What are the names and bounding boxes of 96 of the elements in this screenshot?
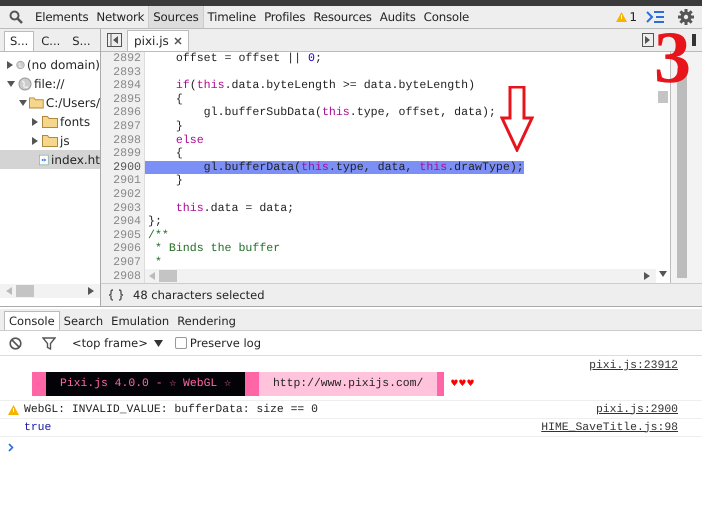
line-number: 2903 xyxy=(113,202,141,216)
drawer-tab[interactable]: Emulation xyxy=(107,312,174,330)
code-line: }; xyxy=(147,215,162,228)
scroll-right-icon[interactable] xyxy=(88,287,94,295)
warning-count[interactable]: 1 xyxy=(629,10,637,24)
line-number: 2896 xyxy=(113,106,141,120)
panel-tab[interactable]: Network xyxy=(92,6,148,28)
line-number: 2906 xyxy=(113,242,141,256)
collapsed-arrow-icon[interactable] xyxy=(31,118,39,126)
checkbox-label: Preserve log xyxy=(190,336,262,350)
warning-message: WebGL: INVALID_VALUE: bufferData: size == 0 xyxy=(24,404,318,416)
clear-icon[interactable] xyxy=(9,336,22,350)
line-number: 2895 xyxy=(113,92,141,106)
code-line: this.data = data; xyxy=(174,202,294,215)
drawer-tab[interactable]: Rendering xyxy=(173,312,240,330)
banner-url: http://www.pixijs.com/ xyxy=(258,372,438,396)
line-number: 2908 xyxy=(113,270,141,283)
expanded-arrow-icon[interactable] xyxy=(18,98,27,106)
source-link[interactable]: pixi.js:23912 xyxy=(589,360,678,372)
line-number: 2894 xyxy=(113,79,141,93)
code-line: gl.bufferSubData(this.type, offset, data); xyxy=(202,106,496,120)
result-value: true xyxy=(24,422,52,434)
folder-icon xyxy=(29,96,44,109)
line-number: 2897 xyxy=(113,120,141,134)
panel-tab[interactable]: Profiles xyxy=(260,6,310,28)
dropdown-icon[interactable] xyxy=(154,340,163,346)
line-number: 2893 xyxy=(113,66,141,80)
pretty-print-icon[interactable] xyxy=(109,289,123,301)
line-number: 2898 xyxy=(113,134,141,148)
code-line: offset = offset || 0; xyxy=(174,52,322,65)
scrollbar-thumb[interactable] xyxy=(658,91,668,103)
warning-icon xyxy=(8,404,19,414)
code-line: else xyxy=(174,134,204,147)
navigator-tab[interactable]: C... xyxy=(36,32,66,51)
globe-icon xyxy=(18,76,32,90)
code-line: if(this.data.byteLength >= data.byteLength) xyxy=(174,79,476,92)
source-link[interactable]: pixi.js:2900 xyxy=(596,404,678,416)
settings-icon[interactable] xyxy=(678,9,694,25)
code-line: /** xyxy=(147,228,169,242)
line-number: 2904 xyxy=(113,215,141,229)
file-tab[interactable]: pixi.js xyxy=(127,30,189,51)
code-line: } xyxy=(174,174,183,188)
code-line: { xyxy=(174,92,183,106)
code-line: * xyxy=(154,256,162,269)
code-line: * Binds the buffer xyxy=(154,242,280,256)
scrollbar-thumb[interactable] xyxy=(159,270,177,282)
collapsed-arrow-icon[interactable] xyxy=(6,60,14,68)
banner-hearts: ♥♥♥ xyxy=(450,379,475,389)
prompt-icon xyxy=(8,443,14,452)
tree-item[interactable]: C:/Users/ xyxy=(0,93,100,112)
drawer-tab[interactable]: Search xyxy=(60,312,108,330)
line-number: 2907 xyxy=(113,256,141,270)
code-line: { xyxy=(174,147,183,160)
collapsed-arrow-icon[interactable] xyxy=(31,136,39,144)
panel-tab[interactable]: Elements xyxy=(31,6,92,28)
folder-icon xyxy=(42,134,58,147)
panel-tab[interactable]: Audits xyxy=(376,6,420,28)
sidebar-toggle-icon[interactable] xyxy=(642,33,654,47)
tree-item[interactable]: index.ht xyxy=(0,150,100,169)
expanded-arrow-icon[interactable] xyxy=(7,80,15,88)
code-line: } xyxy=(174,120,183,133)
tree-item[interactable]: file:// xyxy=(0,74,100,93)
selection-status: 48 characters selected xyxy=(133,288,265,302)
scroll-right-icon[interactable] xyxy=(644,272,650,280)
drawer-tab[interactable]: Console xyxy=(4,311,60,330)
folder-icon xyxy=(42,115,58,128)
line-number: 2900 xyxy=(113,160,141,174)
panel-tab[interactable]: Timeline xyxy=(204,6,260,28)
frame-selector[interactable]: <top frame> xyxy=(72,336,148,350)
annotation-arrow-icon xyxy=(500,86,534,152)
tree-item[interactable]: js xyxy=(0,131,100,150)
annotation-number: 3 xyxy=(654,28,691,88)
line-number: 2901 xyxy=(113,174,141,188)
banner-title: Pixi.js 4.0.0 - ☆ WebGL ☆ xyxy=(46,372,245,396)
navigator-tab[interactable]: S... xyxy=(4,31,34,51)
tree-item[interactable]: fonts xyxy=(0,112,100,131)
scroll-down-icon[interactable] xyxy=(659,271,667,277)
panel-tab[interactable]: Console xyxy=(420,6,474,28)
source-link[interactable]: HIME_SaveTitle.js:98 xyxy=(541,422,678,434)
warning-icon xyxy=(616,12,628,22)
panel-tab[interactable]: Resources xyxy=(309,6,376,28)
filter-icon[interactable] xyxy=(42,336,56,350)
tree-item[interactable]: (no domain) xyxy=(0,55,100,74)
line-number: 2902 xyxy=(113,188,141,202)
scrollbar-thumb[interactable] xyxy=(16,285,34,297)
sidebar-toggle-icon[interactable] xyxy=(107,33,122,47)
preserve-log-checkbox[interactable] xyxy=(174,337,187,349)
line-number: 2892 xyxy=(113,52,141,66)
navigator-tab[interactable]: S... xyxy=(67,32,96,51)
line-number: 2899 xyxy=(113,147,141,161)
drawer-toggle-icon[interactable] xyxy=(646,11,664,23)
file-icon xyxy=(39,152,50,166)
line-number: 2905 xyxy=(113,228,141,242)
close-icon[interactable] xyxy=(174,37,182,45)
search-icon[interactable] xyxy=(9,10,23,24)
panel-tab[interactable]: Sources xyxy=(148,6,204,28)
